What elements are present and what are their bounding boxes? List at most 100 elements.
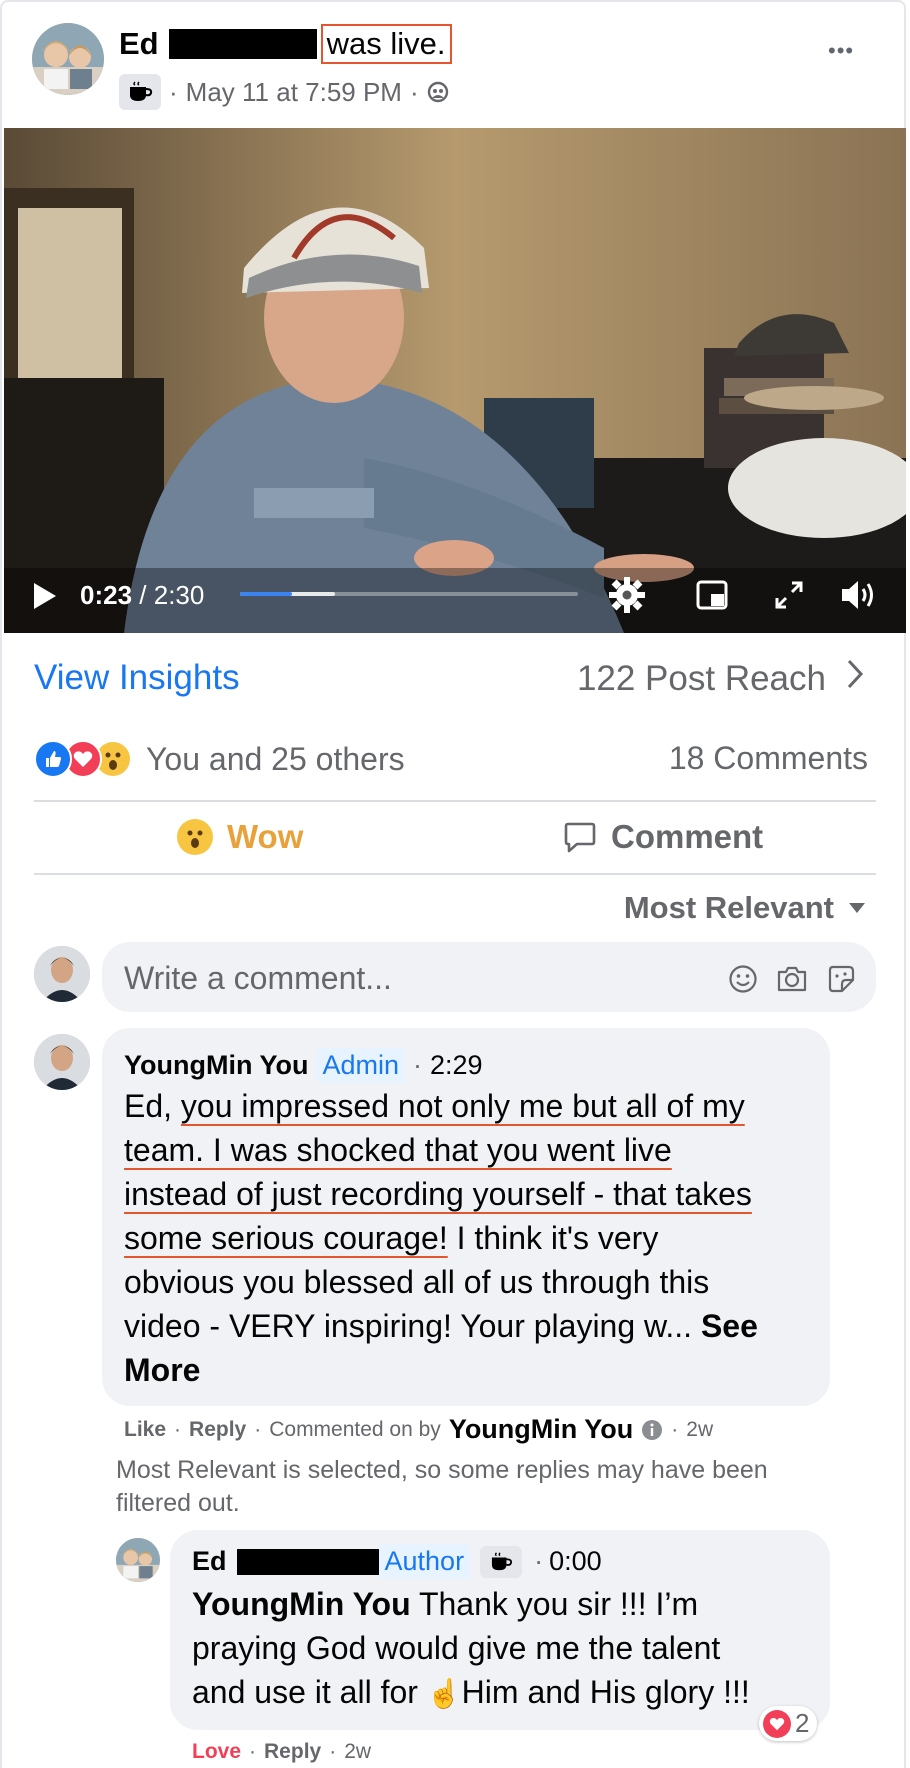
author-avatar[interactable] <box>32 23 104 95</box>
post-timestamp[interactable]: May 11 at 7:59 PM <box>186 77 402 108</box>
reply-author-name[interactable]: Ed <box>192 1546 227 1577</box>
fullscreen-icon[interactable] <box>774 580 804 615</box>
post-reach-link[interactable]: 122 Post Reach <box>577 658 864 699</box>
chevron-right-icon <box>846 658 864 699</box>
avatar-photo <box>34 1034 90 1090</box>
like-icon <box>34 740 72 778</box>
reply-video-timecode[interactable]: 0:00 <box>549 1546 602 1577</box>
commented-on-by-text: Commented on by <box>269 1417 441 1441</box>
reply-bubble: Ed Author · 0:00 YoungMin You Thank you … <box>170 1530 830 1730</box>
reply-text: YoungMin You Thank you sir !!! I’m prayi… <box>192 1582 750 1716</box>
love-reaction-button[interactable]: Love <box>192 1740 241 1764</box>
comment-bubble: YoungMin You Admin · 2:29 Ed, you impres… <box>102 1028 830 1406</box>
divider <box>34 873 876 875</box>
view-insights-link[interactable]: View Insights <box>34 658 240 698</box>
separator: · <box>409 76 419 107</box>
separator: · <box>249 1740 257 1763</box>
comment-author-name[interactable]: YoungMin You <box>124 1050 308 1081</box>
redacted-surname <box>168 29 317 59</box>
reply-author-avatar[interactable] <box>116 1538 160 1582</box>
emoji-icon[interactable] <box>728 964 758 999</box>
camera-icon[interactable] <box>776 964 808 999</box>
separator: · <box>671 1417 679 1441</box>
reply-text-segment: Him and His glory !!! <box>461 1674 750 1710</box>
reply-text-segment: Thank you sir !!! I’m <box>410 1586 699 1622</box>
caret-down-icon <box>848 902 866 914</box>
wow-reaction-button[interactable]: Wow <box>177 818 303 856</box>
sort-comments-dropdown[interactable]: Most Relevant <box>624 890 866 926</box>
volume-icon[interactable] <box>840 578 880 617</box>
see-more-link[interactable]: See <box>701 1308 758 1344</box>
comment-button[interactable]: Comment <box>563 818 763 856</box>
wow-icon <box>177 819 213 855</box>
divider <box>34 800 876 802</box>
reaction-count-number: 2 <box>795 1708 810 1738</box>
picture-in-picture-icon[interactable] <box>696 580 728 615</box>
reply-age[interactable]: 2w <box>344 1740 371 1764</box>
play-button[interactable] <box>32 582 58 615</box>
avatar-photo <box>32 23 104 95</box>
page: Ed was live. · May 11 at 7:59 PM · ••• 0… <box>0 0 910 1768</box>
video-frame <box>4 128 906 633</box>
wow-label: Wow <box>227 818 304 855</box>
live-video-player[interactable]: 0:23 / 2:30 <box>4 128 906 633</box>
separator: · <box>254 1417 262 1441</box>
comment-text: Ed, you impressed not only me but all of… <box>124 1084 824 1392</box>
author-badge: Author <box>378 1544 471 1579</box>
audience-friends-icon[interactable] <box>427 81 449 103</box>
reply-text-segment: and use it all for <box>192 1674 427 1710</box>
settings-gear-icon[interactable] <box>608 576 646 619</box>
avatar-photo <box>34 946 90 1002</box>
reply-comment-button[interactable]: Reply <box>189 1418 246 1442</box>
underlined-text: you impressed not only me but all of my <box>180 1088 745 1124</box>
video-progress-bar[interactable] <box>240 592 578 596</box>
sort-label: Most Relevant <box>623 890 834 925</box>
reply-button[interactable]: Reply <box>264 1740 321 1764</box>
comments-count-link[interactable]: 18 Comments <box>669 740 868 777</box>
comment-video-timecode[interactable]: 2:29 <box>430 1050 483 1081</box>
page-badge-icon <box>119 74 161 110</box>
underlined-text: instead of just recording yourself - tha… <box>124 1176 752 1212</box>
underlined-text: team. I was shocked that you went live <box>124 1132 672 1168</box>
separator: · <box>413 1050 422 1080</box>
pointing-up-emoji: ☝ <box>426 1678 462 1709</box>
post-reach-text: 122 Post Reach <box>576 658 826 698</box>
admin-badge: Admin <box>316 1048 405 1083</box>
like-comment-button[interactable]: Like <box>124 1418 166 1442</box>
comment-text-segment: I think it's very <box>447 1220 659 1256</box>
post-card: Ed was live. · May 11 at 7:59 PM · ••• 0… <box>0 0 906 1768</box>
filter-notice: Most Relevant is selected, so some repli… <box>116 1454 768 1520</box>
commenter-avatar[interactable] <box>34 1034 90 1090</box>
separator: · <box>534 1546 544 1576</box>
separator: · <box>329 1740 337 1763</box>
comment-text-segment: obvious you blessed all of us through th… <box>124 1264 710 1300</box>
comment-placeholder: Write a comment... <box>124 960 392 996</box>
love-icon <box>763 1709 791 1738</box>
current-user-avatar[interactable] <box>34 946 90 1002</box>
comment-input[interactable]: Write a comment... <box>102 942 876 1012</box>
filter-notice-line: filtered out. <box>116 1489 240 1517</box>
reply-mention[interactable]: YoungMin You <box>192 1586 411 1622</box>
more-options-button[interactable]: ••• <box>828 38 854 64</box>
reply-text-segment: praying God would give me the talent <box>192 1630 721 1666</box>
commented-by-name[interactable]: YoungMin You <box>449 1414 633 1445</box>
separator: · <box>174 1417 182 1441</box>
page-badge-icon <box>480 1545 523 1578</box>
live-status-text: was live. <box>320 24 452 64</box>
see-more-link[interactable]: More <box>124 1352 200 1388</box>
comment-icon <box>563 820 597 854</box>
avatar-photo <box>116 1538 160 1582</box>
comment-age[interactable]: 2w <box>686 1418 713 1442</box>
comment-text-segment: Ed, <box>124 1088 181 1124</box>
post-author-name[interactable]: Ed <box>119 26 159 62</box>
reactions-summary[interactable]: You and 25 others <box>34 740 405 778</box>
comment-meta-row: Like · Reply · Commented on by YoungMin … <box>124 1414 713 1445</box>
redacted-surname <box>236 1548 379 1575</box>
comment-text-segment: video - VERY inspiring! Your playing w..… <box>124 1308 701 1344</box>
info-icon[interactable] <box>641 1419 663 1441</box>
video-current-time: 0:23 <box>80 580 133 610</box>
reply-meta-row: Love · Reply · 2w <box>192 1740 371 1764</box>
reply-reaction-count[interactable]: 2 <box>759 1706 818 1741</box>
comment-label: Comment <box>611 818 764 855</box>
sticker-icon[interactable] <box>826 964 856 999</box>
